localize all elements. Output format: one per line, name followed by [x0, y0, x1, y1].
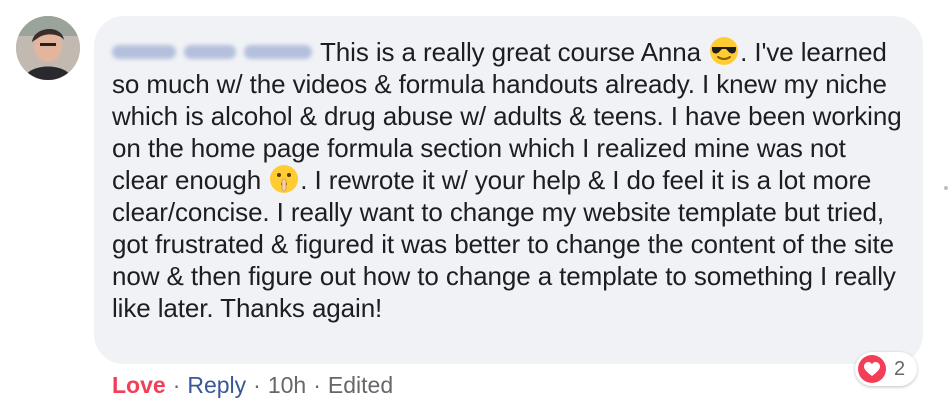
reply-link[interactable]: Reply — [187, 372, 246, 399]
avatar-photo — [16, 16, 80, 80]
author-name-blurred[interactable] — [112, 39, 314, 65]
love-reaction-link[interactable]: Love — [112, 372, 166, 399]
edited-label[interactable]: Edited — [328, 372, 393, 399]
commenter-avatar[interactable] — [16, 16, 80, 80]
more-options-dot-icon[interactable] — [944, 186, 948, 190]
heart-reaction-icon — [858, 355, 886, 383]
separator-dot: · — [253, 372, 261, 398]
comment-bubble: This is a really great course Anna . I'v… — [94, 16, 923, 364]
reaction-count: 2 — [894, 357, 906, 380]
sunglasses-emoji-icon — [710, 37, 739, 65]
comment-timestamp[interactable]: 10h — [268, 372, 306, 399]
comment-actions: Love · Reply · 10h · Edited — [112, 372, 393, 399]
separator-dot: · — [172, 372, 181, 398]
comment-body-start: This is a really great course Anna — [320, 37, 702, 67]
reaction-summary[interactable]: 2 — [855, 352, 918, 386]
comment-text: This is a really great course Anna . I'v… — [112, 36, 903, 324]
separator-dot: · — [313, 372, 321, 398]
shushing-emoji-icon — [270, 165, 299, 193]
